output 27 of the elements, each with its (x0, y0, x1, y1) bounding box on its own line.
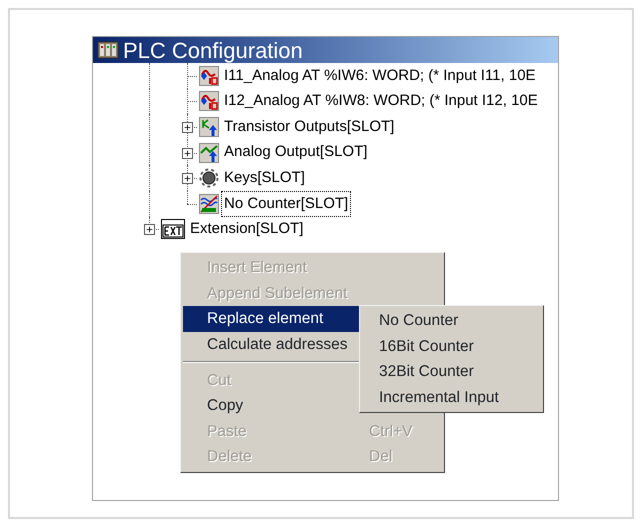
tree-item[interactable]: Transistor Outputs[SLOT] (222, 114, 396, 140)
analog-input-icon (199, 66, 219, 86)
gear-icon (199, 168, 219, 188)
menu-item[interactable]: No Counter (362, 308, 541, 334)
menu-item[interactable]: 32Bit Counter (362, 359, 541, 385)
expand-icon[interactable] (144, 224, 155, 236)
tree-item[interactable]: No Counter[SLOT] (222, 192, 350, 216)
extension-icon (161, 219, 185, 240)
analog-input-icon (199, 91, 219, 112)
expand-icon[interactable] (182, 173, 193, 184)
tree-item[interactable]: Keys[SLOT] (222, 166, 307, 190)
tree-item[interactable]: I11_Analog AT %IW6: WORD; (* Input I11, 10E (222, 64, 538, 88)
expand-icon[interactable] (182, 148, 193, 159)
transistor-output-icon (199, 116, 219, 137)
tree-item[interactable]: I12_Analog AT %IW8: WORD; (* Input I12, 10E (222, 89, 540, 114)
menu-item[interactable]: Calculate addresses (183, 332, 359, 358)
window-title: PLC Configuration (123, 36, 303, 65)
tree-item[interactable]: Extension[SLOT] (188, 217, 306, 242)
menu-item[interactable]: 16Bit Counter (362, 334, 541, 360)
expand-icon[interactable] (182, 122, 193, 133)
tree-item[interactable]: Analog Output[SLOT] (222, 140, 370, 165)
analog-output-icon (199, 142, 219, 163)
menu-item[interactable]: Incremental Input (362, 384, 541, 410)
menu-item[interactable]: Copy (183, 392, 359, 419)
menu-item[interactable]: Replace element (183, 306, 359, 332)
counter-icon (199, 194, 219, 214)
plc-rack-icon (97, 41, 119, 59)
